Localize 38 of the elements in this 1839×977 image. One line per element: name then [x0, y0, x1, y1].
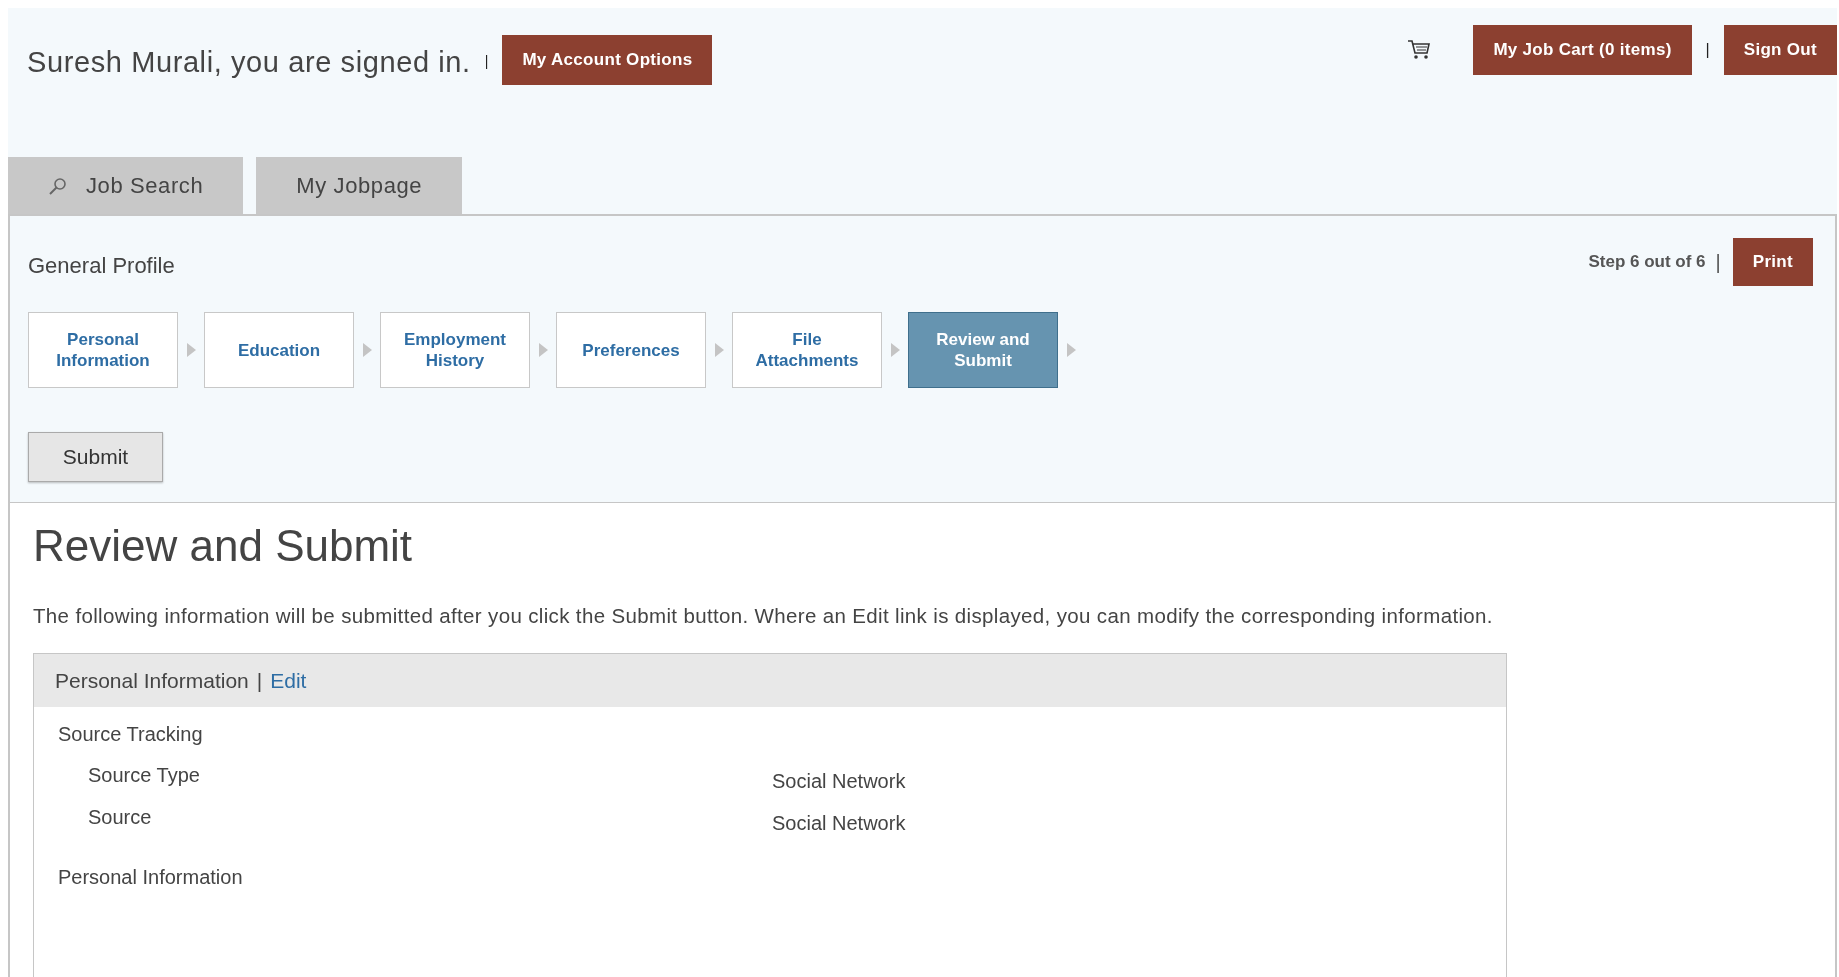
step-arrow-icon — [1067, 343, 1076, 357]
step-arrow-icon — [715, 343, 724, 357]
search-icon — [48, 175, 68, 196]
page-heading: Review and Submit — [33, 521, 414, 571]
signed-in-text: Suresh Murali, you are signed in. — [27, 46, 471, 79]
step-arrow-icon — [891, 343, 900, 357]
group-title: Personal Information — [58, 866, 244, 889]
intro-text: The following information will be submitted after you click the Submit button. Where an Edit link is displayed, you can modify the corresponding information. — [33, 603, 1494, 629]
step-button[interactable]: File Attachments — [732, 312, 882, 388]
edit-link[interactable]: Edit — [270, 668, 307, 693]
field-value: Social Network — [772, 770, 906, 794]
account-options-button[interactable]: My Account Options — [502, 35, 713, 85]
step-counter: Step 6 out of 6 — [1588, 252, 1706, 272]
divider-text: | — [1705, 41, 1710, 59]
step-button[interactable]: Education — [204, 312, 354, 388]
nav-tab[interactable]: My Jobpage — [256, 157, 463, 214]
sign-out-button[interactable]: Sign Out — [1723, 25, 1837, 75]
section-title: Personal Information — [55, 668, 249, 693]
step-button[interactable]: Preferences — [556, 312, 706, 388]
cart-icon[interactable] — [1407, 39, 1432, 61]
field-label: Source — [88, 806, 152, 830]
field-value: Social Network — [772, 812, 906, 836]
divider-text: | — [484, 53, 489, 69]
nav-tab[interactable]: Job Search — [8, 157, 244, 214]
print-button[interactable]: Print — [1732, 238, 1813, 286]
step-button[interactable]: Employment History — [380, 312, 530, 388]
step-arrow-icon — [187, 343, 196, 357]
step-arrow-icon — [539, 343, 548, 357]
divider-text: | — [256, 668, 263, 693]
step-button[interactable]: Review and Submit — [908, 312, 1058, 388]
step-button[interactable]: Personal Information — [28, 312, 178, 388]
submit-button[interactable]: Submit — [28, 432, 163, 482]
group-title: Source Tracking — [58, 723, 204, 746]
divider-text: | — [1715, 250, 1721, 274]
job-cart-button[interactable]: My Job Cart (0 items) — [1473, 25, 1692, 75]
step-arrow-icon — [363, 343, 372, 357]
field-label: Source Type — [88, 764, 200, 788]
profile-title: General Profile — [28, 253, 175, 279]
